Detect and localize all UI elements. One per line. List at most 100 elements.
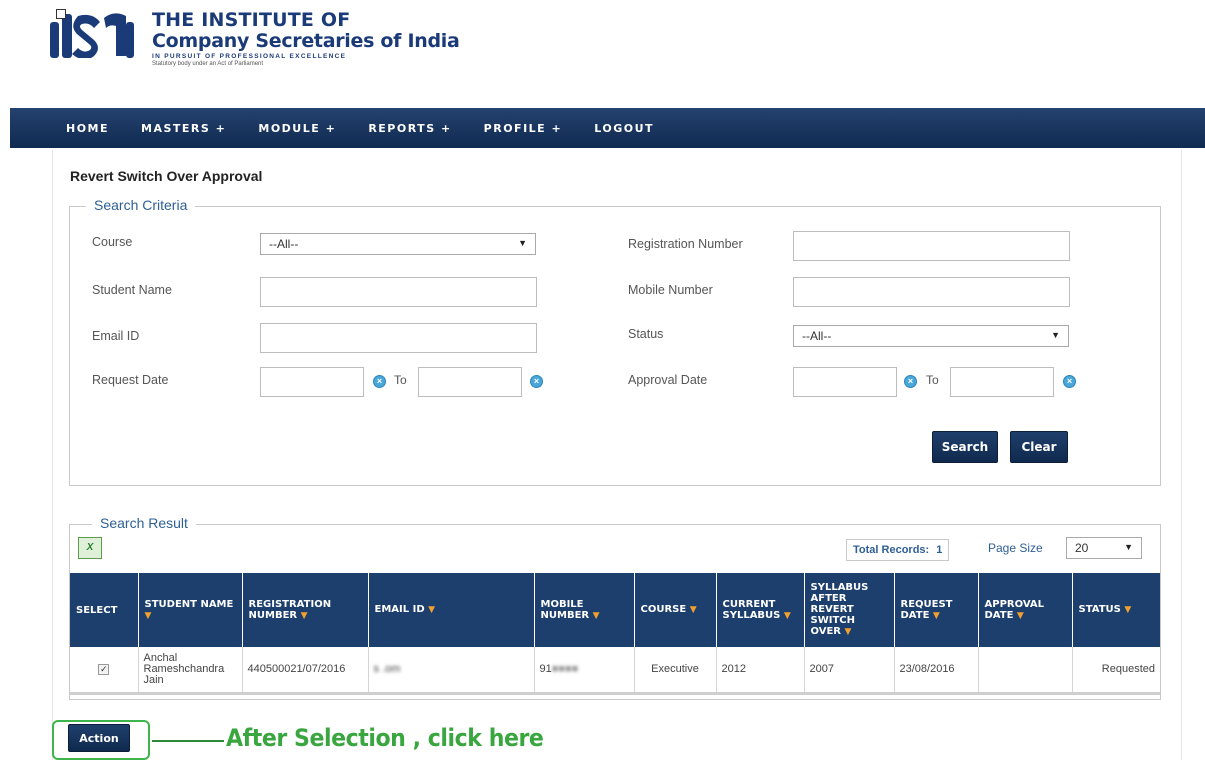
nav-home[interactable]: HOME [66, 122, 109, 135]
cell-student-name: Anchal Rameshchandra Jain [138, 647, 243, 693]
page-title: Revert Switch Over Approval [70, 168, 263, 184]
page-size-select[interactable]: 20 ▼ [1066, 537, 1142, 559]
request-date-label: Request Date [92, 373, 169, 387]
table-header-row: SELECT STUDENT NAME ▼ REGISTRATION NUMBE… [70, 573, 1160, 647]
column-header-request-date[interactable]: REQUEST DATE ▼ [894, 573, 979, 647]
sort-arrow-icon[interactable]: ▼ [690, 605, 697, 615]
page-size-label: Page Size [988, 541, 1043, 555]
total-records-label: Total Records: [853, 544, 930, 556]
mobile-number-input[interactable] [793, 277, 1070, 307]
column-header-mobile-number[interactable]: MOBILE NUMBER ▼ [534, 573, 635, 647]
email-id-input[interactable] [260, 323, 537, 353]
results-table-wrapper: SELECT STUDENT NAME ▼ REGISTRATION NUMBE… [70, 573, 1160, 697]
results-table: SELECT STUDENT NAME ▼ REGISTRATION NUMBE… [70, 573, 1160, 695]
corner-marker [56, 9, 66, 19]
nav-masters[interactable]: MASTERS + [141, 122, 226, 135]
column-header-email-id[interactable]: EMAIL ID ▼ [368, 573, 535, 647]
nav-module[interactable]: MODULE + [258, 122, 336, 135]
request-date-to-label: To [394, 373, 407, 387]
page-size-value: 20 [1075, 541, 1089, 555]
institute-title-line1: THE INSTITUTE OF [152, 9, 351, 31]
approval-date-to-input[interactable] [950, 367, 1054, 397]
sort-arrow-icon[interactable]: ▼ [845, 627, 852, 637]
status-select[interactable]: --All-- ▼ [793, 325, 1069, 347]
chevron-down-icon: ▼ [518, 238, 527, 248]
column-header-approval-date[interactable]: APPROVAL DATE ▼ [978, 573, 1073, 647]
calendar-icon[interactable]: × [1063, 375, 1076, 388]
chevron-down-icon: ▼ [1051, 330, 1060, 340]
approval-date-to-label: To [926, 373, 939, 387]
action-button[interactable]: Action [68, 724, 130, 752]
total-records-box: Total Records: 1 [846, 539, 950, 561]
cell-email-value: s .om [373, 662, 401, 675]
sort-arrow-icon[interactable]: ▼ [933, 611, 940, 621]
calendar-icon[interactable]: × [373, 375, 386, 388]
column-header-current-syllabus[interactable]: CURRENT SYLLABUS ▼ [716, 573, 805, 647]
excel-export-icon[interactable]: X [78, 537, 102, 559]
request-date-from-input[interactable] [260, 367, 364, 397]
cell-mobile: 91■■■■ [534, 647, 635, 693]
status-select-value: --All-- [802, 329, 832, 343]
request-date-to-input[interactable] [418, 367, 522, 397]
cell-email: s .om [368, 647, 535, 693]
cell-syllabus-after: 2007 [804, 647, 895, 693]
column-header-registration-number[interactable]: REGISTRATION NUMBER ▼ [242, 573, 369, 647]
registration-number-input[interactable] [793, 231, 1070, 261]
cell-status: Requested [1101, 662, 1155, 675]
search-button[interactable]: Search [932, 431, 998, 463]
approval-date-from-input[interactable] [793, 367, 897, 397]
registration-number-label: Registration Number [628, 237, 743, 251]
cell-approval-date [978, 647, 1073, 693]
cell-current-syllabus: 2012 [716, 647, 805, 693]
chevron-down-icon: ▼ [1124, 542, 1133, 552]
institute-tagline: IN PURSUIT OF PROFESSIONAL EXCELLENCE [152, 53, 347, 60]
institute-subline: Statutory body under an Act of Parliamen… [152, 61, 264, 67]
table-row: ✓ Anchal Rameshchandra Jain 440500021/07… [70, 647, 1160, 693]
student-name-input[interactable] [260, 277, 537, 307]
site-header: THE INSTITUTE OF Company Secretaries of … [0, 0, 1205, 108]
nav-profile[interactable]: PROFILE + [484, 122, 563, 135]
total-records-value: 1 [936, 544, 943, 556]
column-header-syllabus-after[interactable]: SYLLABUS AFTER REVERT SWITCH OVER ▼ [804, 573, 895, 647]
clear-button[interactable]: Clear [1010, 431, 1068, 463]
course-select-value: --All-- [269, 237, 299, 251]
column-header-course[interactable]: COURSE ▼ [634, 573, 717, 647]
sort-arrow-icon[interactable]: ▼ [145, 611, 152, 621]
main-content: Revert Switch Over Approval Search Crite… [52, 150, 1182, 760]
column-header-select: SELECT [70, 573, 139, 647]
search-result-panel: Search Result X Total Records: 1 Page Si… [69, 515, 1161, 700]
sort-arrow-icon[interactable]: ▼ [593, 611, 600, 621]
sort-arrow-icon[interactable]: ▼ [1017, 611, 1024, 621]
sort-arrow-icon[interactable]: ▼ [428, 605, 435, 615]
calendar-icon[interactable]: × [530, 375, 543, 388]
nav-logout[interactable]: LOGOUT [594, 122, 654, 135]
search-result-legend: Search Result [92, 515, 196, 531]
cell-course: Executive [634, 647, 717, 693]
column-header-status[interactable]: STATUS ▼ [1072, 573, 1160, 647]
annotation-connector [152, 740, 224, 742]
cell-mobile-value: 91 [539, 662, 552, 675]
annotation-text: After Selection , click here [226, 724, 544, 752]
course-label: Course [92, 235, 133, 249]
sort-arrow-icon[interactable]: ▼ [301, 611, 308, 621]
column-header-student-name[interactable]: STUDENT NAME ▼ [138, 573, 243, 647]
search-criteria-legend: Search Criteria [86, 197, 196, 213]
sort-arrow-icon[interactable]: ▼ [1124, 605, 1131, 615]
institute-title-line2: Company Secretaries of India [152, 30, 460, 52]
logo-text: THE INSTITUTE OF Company Secretaries of … [152, 10, 460, 67]
cell-registration-number: 440500021/07/2016 [242, 647, 369, 693]
row-select-checkbox[interactable]: ✓ [98, 663, 110, 675]
search-criteria-panel: Search Criteria Course --All-- ▼ Registr… [69, 197, 1161, 486]
cell-request-date: 23/08/2016 [894, 647, 979, 693]
course-select[interactable]: --All-- ▼ [260, 233, 536, 255]
email-id-label: Email ID [92, 329, 140, 343]
calendar-icon[interactable]: × [904, 375, 917, 388]
nav-reports[interactable]: REPORTS + [368, 122, 451, 135]
approval-date-label: Approval Date [628, 373, 708, 387]
student-name-label: Student Name [92, 283, 172, 297]
sort-arrow-icon[interactable]: ▼ [784, 611, 791, 621]
row-select-cell: ✓ [70, 647, 139, 693]
mobile-number-label: Mobile Number [628, 283, 713, 297]
main-nav: HOME MASTERS + MODULE + REPORTS + PROFIL… [10, 108, 1205, 148]
status-label: Status [628, 327, 664, 341]
